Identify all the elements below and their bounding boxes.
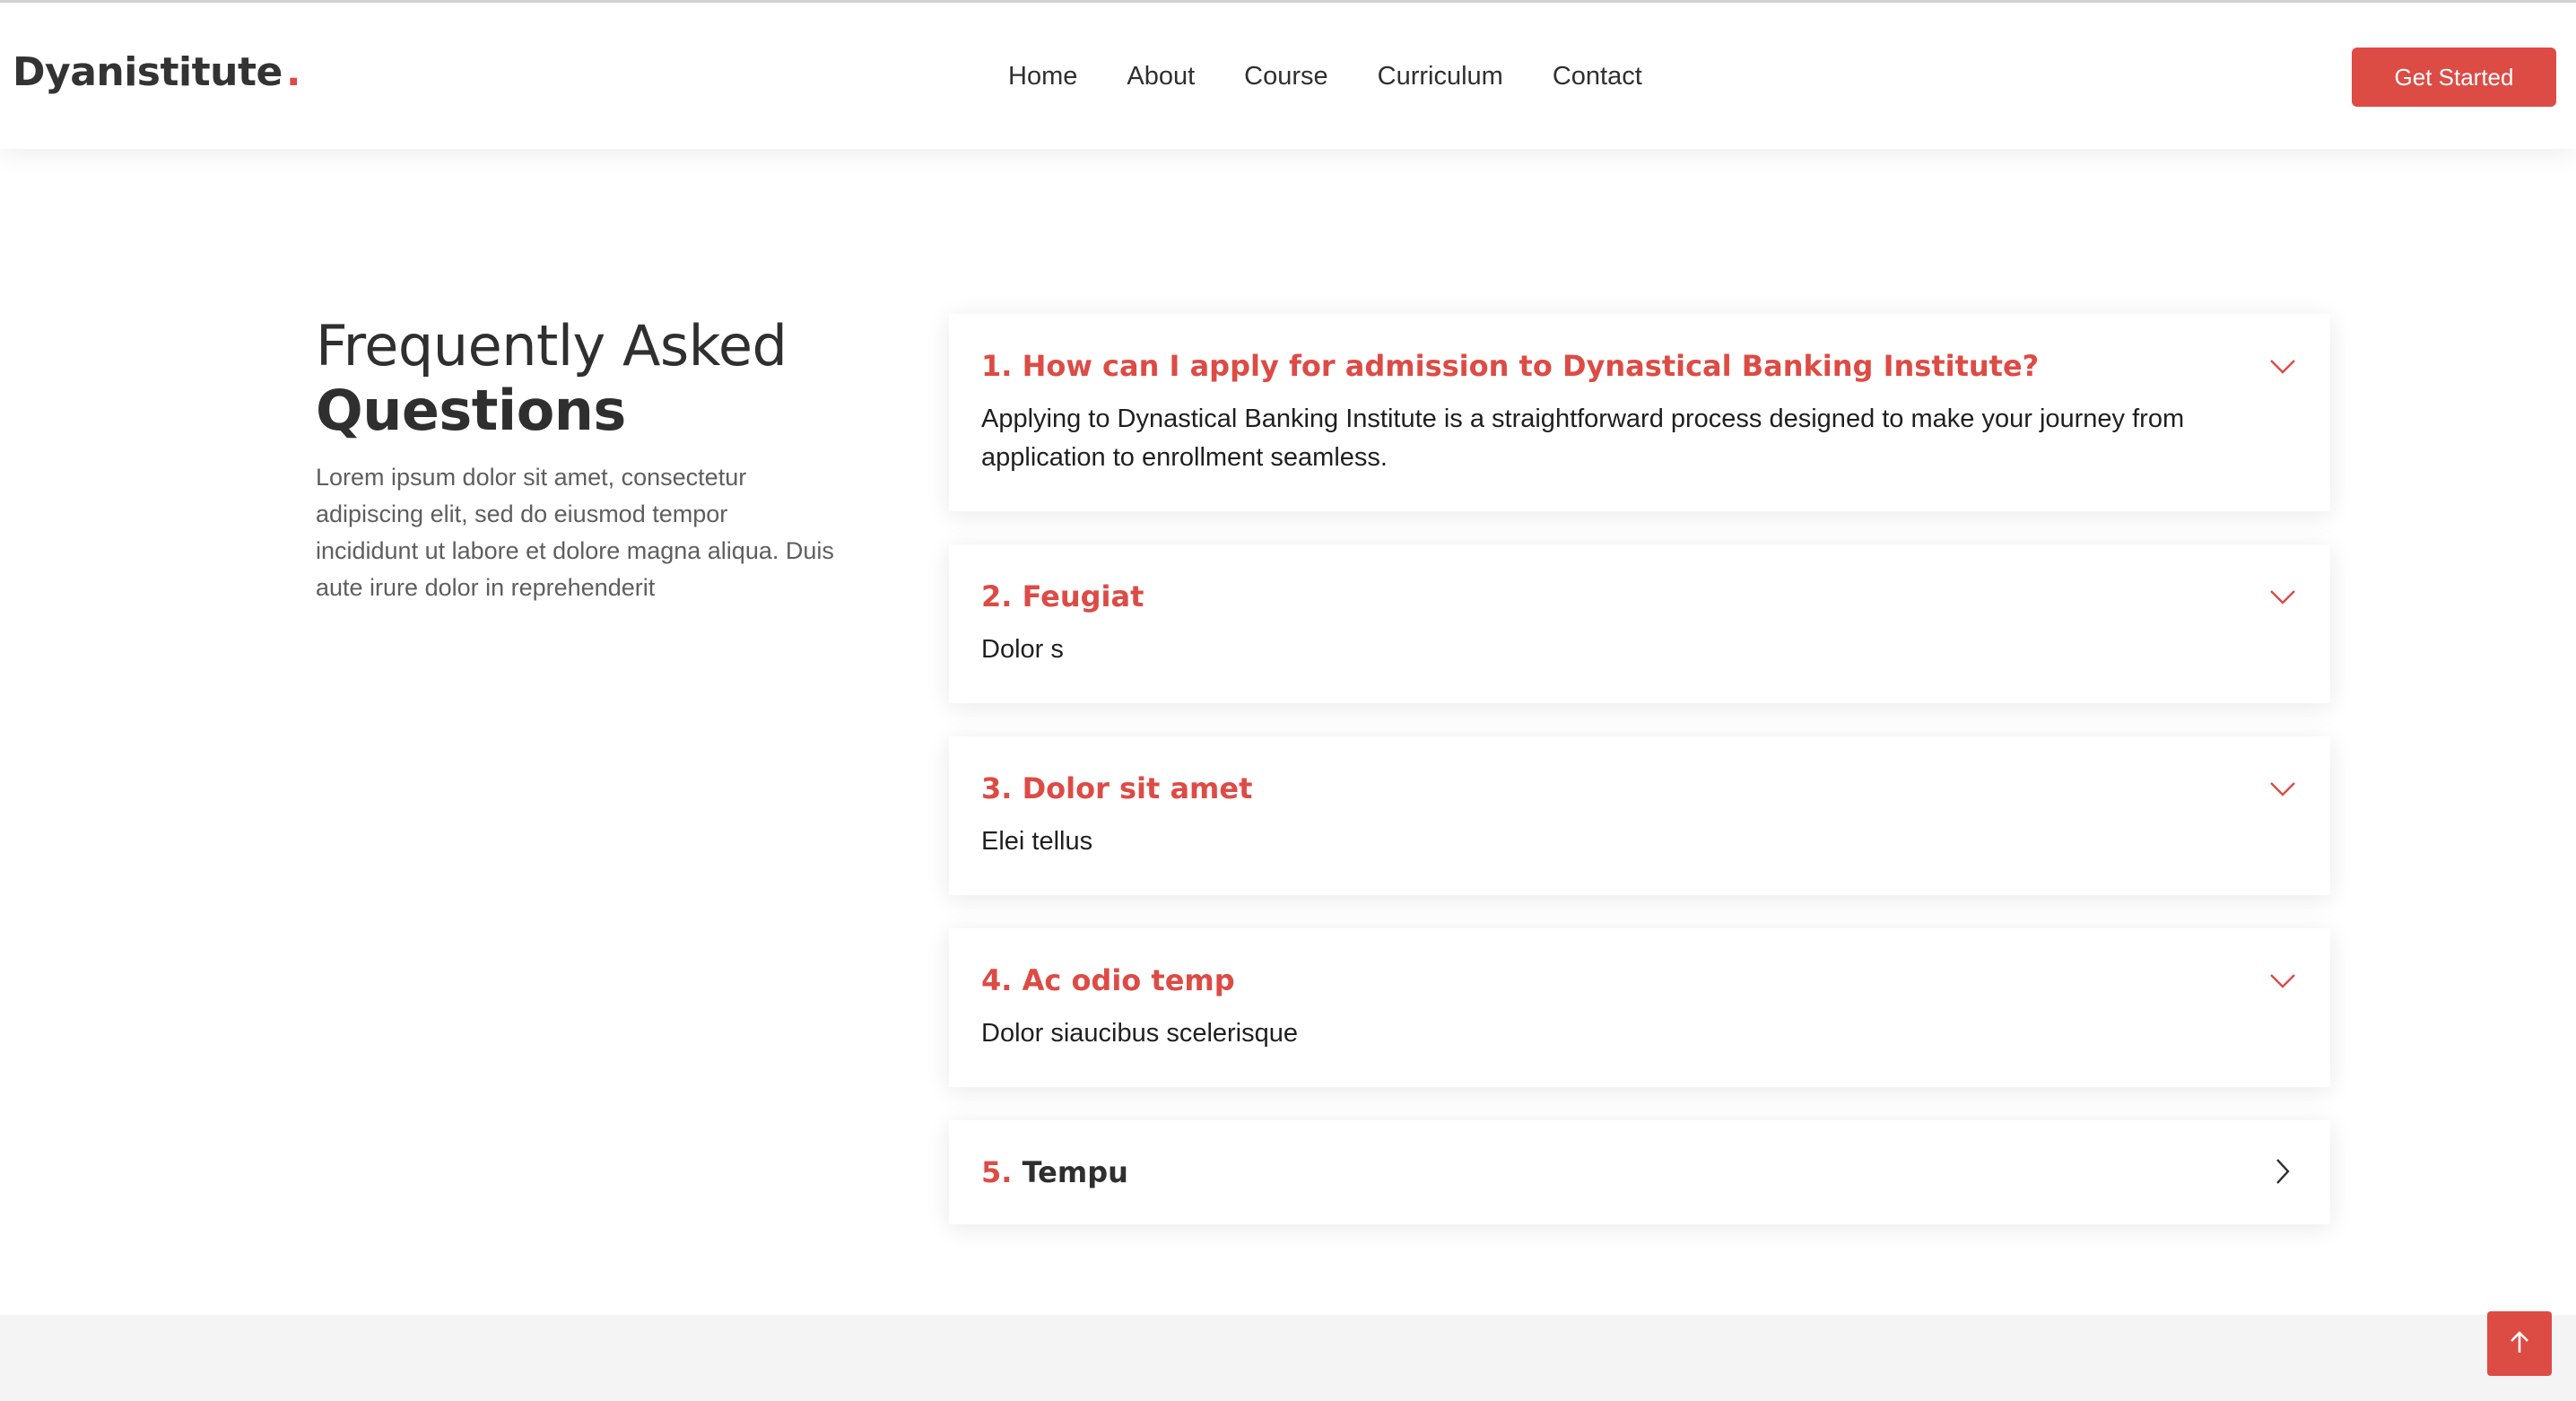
faq-number: 5. [981,1155,1013,1189]
faq-number: 3. [981,771,1013,805]
faq-question-text: Tempu [1022,1155,1128,1189]
get-started-button[interactable]: Get Started [2352,48,2556,107]
nav-curriculum[interactable]: Curriculum [1378,62,1503,91]
faq-title-bold: Questions [316,378,626,443]
nav-contact[interactable]: Contact [1553,62,1642,91]
faq-number: 1. [981,349,1013,383]
site-logo[interactable]: Dyanistitute. [13,49,301,95]
brand-dot: . [285,49,301,95]
faq-item-4[interactable]: 4. Ac odio temp Dolor siaucibus sceleris… [949,928,2330,1087]
faq-item-5[interactable]: 5. Tempu [949,1120,2330,1224]
faq-answer: Dolor s [981,635,1064,664]
nav-home[interactable]: Home [1008,62,1077,91]
faq-answer: Dolor siaucibus scelerisque [981,1019,1298,1048]
faq-list: 1. How can I apply for admission to Dyna… [949,314,2330,1257]
chevron-down-icon[interactable] [2267,352,2298,382]
main-nav: Home About Course Curriculum Contact [1008,62,1692,91]
faq-answer: Elei tellus [981,827,1093,856]
faq-description: Lorem ipsum dolor sit amet, consectetur … [316,464,834,601]
faq-question-text: Feugiat [1022,579,1144,613]
faq-item-3[interactable]: 3. Dolor sit amet Elei tellus [949,736,2330,895]
chevron-down-icon[interactable] [2267,966,2298,996]
site-header: Dyanistitute. Home About Course Curricul… [0,3,2576,149]
faq-intro: Frequently Asked Questions Lorem ipsum d… [316,314,854,606]
nav-course[interactable]: Course [1244,62,1328,91]
faq-item-1[interactable]: 1. How can I apply for admission to Dyna… [949,314,2330,511]
faq-question: 1. How can I apply for admission to Dyna… [981,346,2298,386]
brand-name: Dyanistitute [13,49,283,95]
faq-question: 2. Feugiat [981,577,2298,616]
scroll-to-top-button[interactable] [2487,1311,2552,1376]
faq-question: 3. Dolor sit amet [981,769,2298,808]
faq-number: 4. [981,963,1013,997]
faq-question: 5. Tempu [981,1153,2298,1192]
chevron-down-icon[interactable] [2267,582,2298,613]
faq-question: 4. Ac odio temp [981,961,2298,1000]
faq-title-light: Frequently Asked [316,313,788,379]
footer-band [0,1315,2576,1401]
chevron-right-icon[interactable] [2267,1156,2298,1187]
faq-number: 2. [981,579,1013,613]
arrow-up-icon [2509,1330,2530,1357]
faq-item-2[interactable]: 2. Feugiat Dolor s [949,544,2330,703]
faq-question-text: Dolor sit amet [1022,771,1253,805]
faq-answer: Applying to Dynastical Banking Institute… [981,405,2185,472]
nav-about[interactable]: About [1127,62,1195,91]
faq-question-text: How can I apply for admission to Dynasti… [1022,349,2040,383]
faq-question-text: Ac odio temp [1022,963,1235,997]
chevron-down-icon[interactable] [2267,774,2298,805]
